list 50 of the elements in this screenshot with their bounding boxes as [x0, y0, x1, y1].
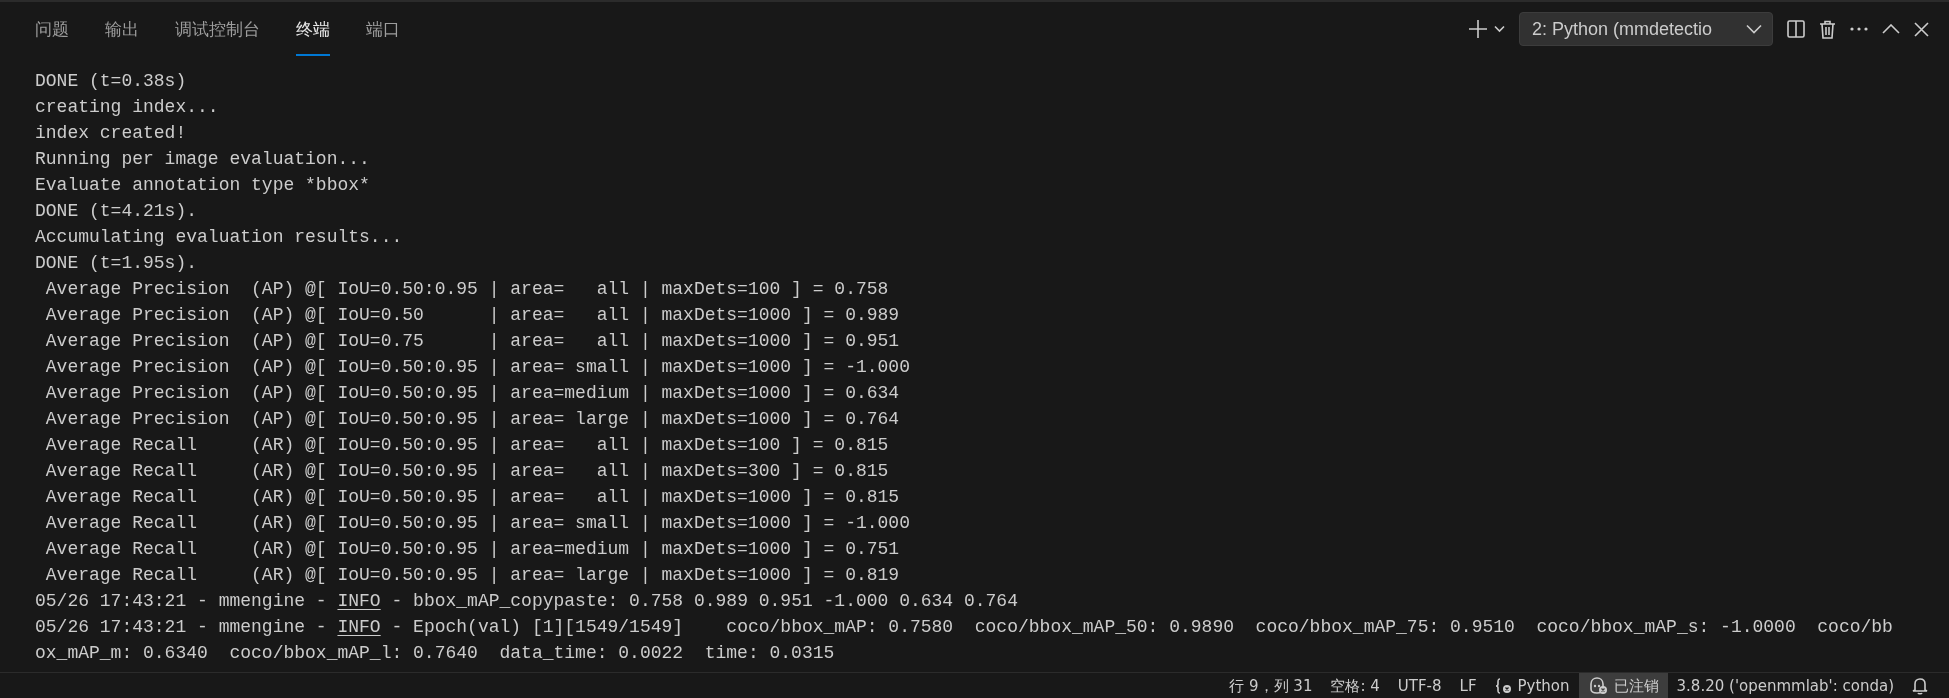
- terminal-line: Accumulating evaluation results...: [35, 226, 403, 249]
- terminal-line: DONE (t=1.95s).: [35, 252, 198, 275]
- terminal-line: Average Precision (AP) @[ IoU=0.75 | area= all | maxDets=1000 ] = 0.951: [44, 330, 900, 353]
- terminal-dropdown[interactable]: 2: Python (mmdetectio: [1519, 12, 1773, 46]
- terminal-line: Average Recall (AR) @[ IoU=0.50:0.95 | area= all | maxDets=300 ] = 0.815: [44, 460, 889, 483]
- account-status[interactable]: 已注销: [1578, 673, 1668, 698]
- terminal-line: 05/26 17:43:21 - mmengine - INFO - bbox_mAP_copypaste: 0.758 0.989 0.951 -1.000 0.634 0.764: [35, 590, 1018, 613]
- terminal-line: DONE (t=4.21s).: [35, 200, 198, 223]
- status-item[interactable]: 空格: 4: [1321, 673, 1389, 698]
- terminal-line: Average Precision (AP) @[ IoU=0.50:0.95 | area= small | maxDets=1000 ] = -1.000: [44, 356, 910, 379]
- log-level-link[interactable]: INFO: [337, 617, 381, 637]
- language-label: Python: [1517, 677, 1570, 695]
- status-item[interactable]: 行 9，列 31: [1220, 673, 1322, 698]
- panel-tab[interactable]: 问题: [35, 2, 69, 56]
- terminal-line: Average Recall (AR) @[ IoU=0.50:0.95 | area= all | maxDets=100 ] = 0.815: [44, 434, 889, 457]
- terminal-line: Average Recall (AR) @[ IoU=0.50:0.95 | area=medium | maxDets=1000 ] = 0.751: [44, 538, 900, 561]
- language-mode[interactable]: Python: [1485, 673, 1579, 698]
- terminal-line: Average Recall (AR) @[ IoU=0.50:0.95 | area= all | maxDets=1000 ] = 0.815: [44, 486, 900, 509]
- terminal-line: Average Precision (AP) @[ IoU=0.50:0.95 | area= large | maxDets=1000 ] = 0.764: [44, 408, 900, 431]
- braces-icon: [1494, 678, 1512, 694]
- chevron-down-icon: [1746, 24, 1762, 34]
- trash-icon[interactable]: [1819, 19, 1836, 39]
- status-item[interactable]: UTF-8: [1388, 673, 1451, 698]
- chevron-down-icon: [1494, 25, 1505, 33]
- chevron-up-icon[interactable]: [1882, 24, 1900, 34]
- plus-icon: [1468, 19, 1488, 39]
- terminal-line: Average Precision (AP) @[ IoU=0.50:0.95 | area= all | maxDets=100 ] = 0.758: [44, 278, 889, 301]
- terminal-line: Average Precision (AP) @[ IoU=0.50:0.95 | area=medium | maxDets=1000 ] = 0.634: [44, 382, 900, 405]
- terminal-line: ox_mAP_m: 0.6340 coco/bbox_mAP_l: 0.7640 data_time: 0.0022 time: 0.0315: [35, 642, 835, 665]
- terminal-line: Running per image evaluation...: [35, 148, 370, 171]
- status-item[interactable]: LF: [1450, 673, 1486, 698]
- terminal-line: Average Recall (AR) @[ IoU=0.50:0.95 | area= large | maxDets=1000 ] = 0.819: [44, 564, 900, 587]
- close-icon[interactable]: [1914, 21, 1929, 37]
- terminal-line: Average Precision (AP) @[ IoU=0.50 | area= all | maxDets=1000 ] = 0.989: [44, 304, 900, 327]
- new-terminal-button[interactable]: [1468, 19, 1505, 39]
- terminal-line: 05/26 17:43:21 - mmengine - INFO - Epoch(val) [1][1549/1549] coco/bbox_mAP: 0.7580 coco/bbox_mAP_50: 0.9890 coco/bbox_mAP_75: 0.9510 coco/bbox_mAP_s: -1.0000 coco/bb: [35, 616, 1893, 639]
- terminal-line: creating index...: [35, 96, 219, 119]
- log-level-link[interactable]: INFO: [337, 591, 381, 611]
- more-icon[interactable]: [1850, 27, 1868, 31]
- terminal-line: Evaluate annotation type *bbox*: [35, 174, 370, 197]
- panel-tab[interactable]: 调试控制台: [175, 2, 260, 56]
- split-icon[interactable]: [1787, 20, 1805, 38]
- panel-tab[interactable]: 输出: [105, 2, 139, 56]
- terminal-line: index created!: [35, 122, 187, 145]
- account-label: 已注销: [1613, 676, 1659, 696]
- panel-tab[interactable]: 端口: [366, 2, 400, 56]
- terminal-line: Average Recall (AR) @[ IoU=0.50:0.95 | area= small | maxDets=1000 ] = -1.000: [44, 512, 910, 535]
- bell-icon: [1912, 677, 1928, 695]
- status-item[interactable]: 3.8.20 ('openmmlab': conda): [1667, 673, 1903, 698]
- terminal-line: DONE (t=0.38s): [35, 70, 187, 93]
